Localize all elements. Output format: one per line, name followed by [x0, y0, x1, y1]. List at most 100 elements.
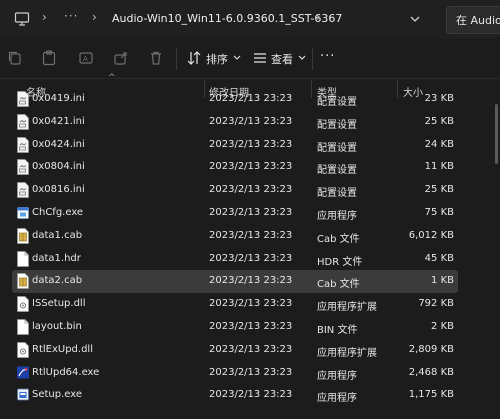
- file-size: 24 KB: [424, 138, 454, 150]
- file-type: 应用程序扩展: [317, 347, 377, 359]
- file-type: HDR 文件: [317, 256, 363, 268]
- file-type: 应用程序: [317, 370, 357, 382]
- file-date: 2023/2/13 23:23: [209, 161, 293, 173]
- more-options-icon[interactable]: ···: [320, 49, 335, 64]
- file-row[interactable]: 0x0419.ini 2023/2/13 23:23 配置设置 23 KB: [12, 88, 458, 111]
- search-input[interactable]: 在 Audio: [456, 12, 500, 28]
- chevron-right-icon[interactable]: ›: [316, 10, 321, 24]
- file-type: BIN 文件: [317, 325, 358, 336]
- scrollbar-thumb[interactable]: [495, 104, 498, 164]
- file-size: 45 KB: [424, 252, 454, 264]
- svg-text:A: A: [83, 55, 88, 63]
- file-name: 0x0421.ini: [32, 115, 85, 127]
- file-type: 配置设置: [317, 142, 357, 154]
- this-pc-icon[interactable]: [14, 11, 30, 27]
- delete-icon[interactable]: [147, 49, 165, 67]
- file-size: 1,175 KB: [408, 389, 454, 401]
- file-size: 25 KB: [424, 115, 454, 127]
- file-row[interactable]: RtlExUpd.dll 2023/2/13 23:23 应用程序扩展 2,809 K…: [12, 339, 458, 362]
- ini-file-icon: [16, 158, 30, 176]
- cab-file-icon: [16, 227, 30, 245]
- view-button[interactable]: 查看: [252, 46, 308, 70]
- file-name: data2.cab: [32, 275, 83, 287]
- file-name: Setup.exe: [32, 389, 83, 401]
- file-size: 2 KB: [431, 321, 454, 332]
- file-type: Cab 文件: [317, 233, 360, 245]
- file-name: data1.hdr: [32, 252, 81, 264]
- file-row[interactable]: 0x0424.ini 2023/2/13 23:23 配置设置 24 KB: [12, 134, 458, 157]
- share-icon[interactable]: [112, 49, 130, 67]
- ini-file-icon: [16, 113, 30, 131]
- file-row[interactable]: ChCfg.exe 2023/2/13 23:23 应用程序 75 KB: [12, 202, 458, 225]
- sort-icon: [187, 51, 201, 65]
- cab-file-icon: [16, 272, 30, 290]
- view-list-icon: [254, 53, 266, 63]
- command-bar: [0, 38, 500, 79]
- file-type: 应用程序: [317, 211, 357, 222]
- file-date: 2023/2/13 23:23: [209, 389, 293, 401]
- file-row[interactable]: Setup.exe 2023/2/13 23:23 应用程序 1,175 KB: [12, 384, 458, 407]
- file-date: 2023/2/13 23:23: [209, 298, 293, 310]
- sort-ascending-icon: ^: [108, 73, 116, 83]
- file-type: 应用程序扩展: [317, 302, 377, 314]
- realtek-exe-icon: [16, 364, 30, 382]
- generic-file-icon: [16, 250, 30, 268]
- paste-icon[interactable]: [40, 49, 58, 67]
- chevron-down-icon: [298, 55, 306, 60]
- rename-icon[interactable]: A: [77, 49, 95, 67]
- ini-file-icon: [16, 90, 30, 108]
- file-row[interactable]: ISSetup.dll 2023/2/13 23:23 应用程序扩展 792 KB: [12, 293, 458, 316]
- file-name: RtlExUpd.dll: [32, 343, 93, 355]
- file-row[interactable]: 0x0816.ini 2023/2/13 23:23 配置设置 25 KB: [12, 179, 458, 202]
- file-name: ISSetup.dll: [32, 298, 86, 310]
- file-type: 配置设置: [317, 165, 357, 177]
- file-name: 0x0424.ini: [32, 138, 85, 150]
- file-row[interactable]: data1.hdr 2023/2/13 23:23 HDR 文件 45 KB: [12, 248, 458, 271]
- file-size: 2,809 KB: [408, 343, 454, 355]
- ini-file-icon: [16, 181, 30, 199]
- file-date: 2023/2/13 23:23: [209, 229, 293, 241]
- generic-file-icon: [16, 318, 30, 336]
- toolbar-divider: [312, 48, 313, 70]
- file-date: 2023/2/13 23:23: [209, 321, 293, 332]
- chevron-right-icon[interactable]: ›: [42, 10, 47, 24]
- toolbar-divider: [176, 48, 177, 70]
- file-date: 2023/2/13 23:23: [209, 252, 293, 264]
- file-name: data1.cab: [32, 229, 83, 241]
- view-label: 查看: [271, 53, 293, 66]
- file-size: 1 KB: [431, 275, 454, 287]
- file-type: 配置设置: [317, 188, 357, 200]
- file-type: 配置设置: [317, 119, 357, 131]
- file-size: 792 KB: [418, 298, 454, 310]
- file-name: 0x0419.ini: [32, 93, 85, 104]
- copy-icon[interactable]: [6, 49, 24, 67]
- file-type: 应用程序: [317, 393, 357, 405]
- file-list: 0x0419.ini 2023/2/13 23:23 配置设置 23 KB 0x0421…: [0, 88, 500, 419]
- file-row[interactable]: RtlUpd64.exe 2023/2/13 23:23 应用程序 2,468 KB: [12, 362, 458, 385]
- file-type: 配置设置: [317, 97, 357, 108]
- sort-label: 排序: [206, 53, 228, 66]
- file-date: 2023/2/13 23:23: [209, 93, 293, 104]
- address-path[interactable]: Audio-Win10_Win11-6.0.9360.1_SST-6367: [112, 12, 342, 25]
- file-row[interactable]: layout.bin 2023/2/13 23:23 BIN 文件 2 KB: [12, 316, 458, 339]
- setup-exe-icon: [16, 386, 30, 404]
- address-dropdown-button[interactable]: [405, 10, 425, 28]
- file-size: 11 KB: [424, 161, 454, 173]
- chevron-right-icon[interactable]: ›: [92, 10, 97, 24]
- sort-button[interactable]: 排序: [186, 46, 246, 70]
- file-date: 2023/2/13 23:23: [209, 184, 293, 196]
- file-row[interactable]: 0x0421.ini 2023/2/13 23:23 配置设置 25 KB: [12, 111, 458, 134]
- file-date: 2023/2/13 23:23: [209, 366, 293, 378]
- file-size: 2,468 KB: [408, 366, 454, 378]
- file-row[interactable]: data2.cab 2023/2/13 23:23 Cab 文件 1 KB: [12, 270, 458, 294]
- file-size: 25 KB: [424, 184, 454, 196]
- file-row[interactable]: data1.cab 2023/2/13 23:23 Cab 文件 6,012 KB: [12, 225, 458, 248]
- file-name: 0x0804.ini: [32, 161, 85, 173]
- ini-file-icon: [16, 136, 30, 154]
- file-date: 2023/2/13 23:23: [209, 343, 293, 355]
- more-path-icon[interactable]: ···: [64, 9, 78, 23]
- file-name: 0x0816.ini: [32, 184, 85, 196]
- file-date: 2023/2/13 23:23: [209, 115, 293, 127]
- file-row[interactable]: 0x0804.ini 2023/2/13 23:23 配置设置 11 KB: [12, 156, 458, 179]
- chevron-down-icon: [233, 55, 241, 60]
